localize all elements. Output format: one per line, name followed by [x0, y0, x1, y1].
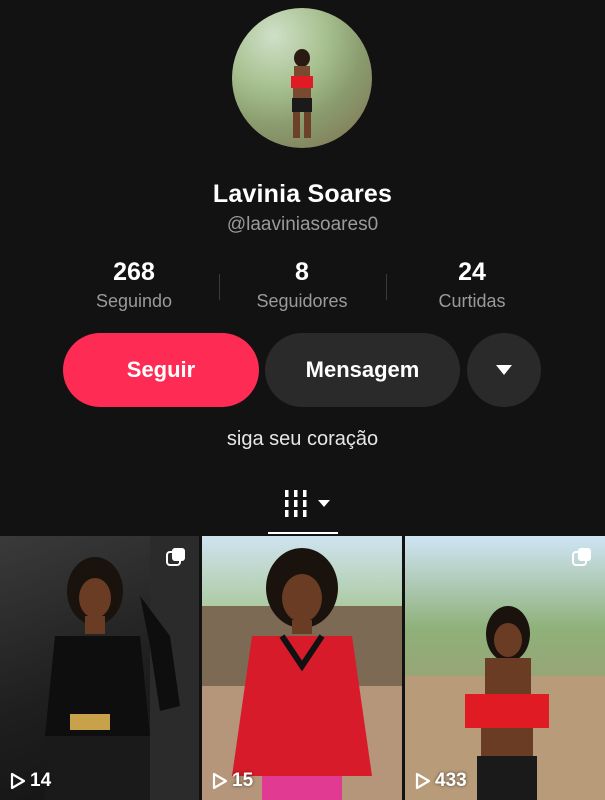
multi-photo-icon: [166, 548, 185, 566]
avatar-photo: [291, 49, 313, 138]
view-count-value: 433: [435, 770, 467, 791]
video-thumbnail-image: [202, 548, 402, 800]
followers-count: 8: [295, 258, 309, 286]
bio-text: siga seu coração: [226, 428, 379, 450]
following-label: Seguindo: [95, 291, 173, 311]
view-count-value: 15: [232, 770, 254, 791]
display-name: Lavinia Soares: [212, 180, 393, 208]
followers-label: Seguidores: [256, 291, 348, 311]
view-count-value: 14: [30, 770, 52, 791]
video-thumbnail-image: [405, 606, 605, 800]
follow-button[interactable]: Seguir: [63, 333, 259, 407]
video-grid: 14 15 433: [0, 536, 605, 800]
view-count: 14: [10, 770, 51, 792]
caret-down-icon: [496, 365, 512, 375]
message-button[interactable]: Mensagem: [265, 333, 460, 407]
username: @laaviniasoares0: [226, 214, 379, 235]
tab-dropdown-icon: [318, 500, 330, 507]
profile-tabbar: [0, 480, 605, 536]
stat-likes[interactable]: 24 Curtidas: [402, 258, 542, 312]
view-count: 15: [212, 770, 253, 792]
view-count: 433: [415, 770, 467, 792]
likes-count: 24: [458, 258, 486, 286]
videos-tab[interactable]: [283, 488, 333, 528]
stat-following[interactable]: 268 Seguindo: [64, 258, 204, 312]
play-icon: [212, 772, 228, 790]
more-options-button[interactable]: [467, 333, 541, 407]
play-icon: [10, 772, 26, 790]
videos-grid-icon: [285, 490, 330, 517]
likes-label: Curtidas: [438, 291, 506, 311]
active-tab-indicator: [268, 532, 338, 534]
play-icon: [415, 772, 431, 790]
video-thumbnail[interactable]: 15: [202, 536, 402, 800]
stat-divider: [386, 274, 387, 300]
profile-avatar[interactable]: [232, 8, 372, 148]
video-thumbnail[interactable]: 433: [405, 536, 605, 800]
video-thumbnail[interactable]: 14: [0, 536, 199, 800]
following-count: 268: [113, 258, 155, 286]
video-thumbnail-image: [45, 536, 199, 800]
stat-divider: [219, 274, 220, 300]
stat-followers[interactable]: 8 Seguidores: [232, 258, 372, 312]
multi-photo-icon: [572, 548, 591, 566]
